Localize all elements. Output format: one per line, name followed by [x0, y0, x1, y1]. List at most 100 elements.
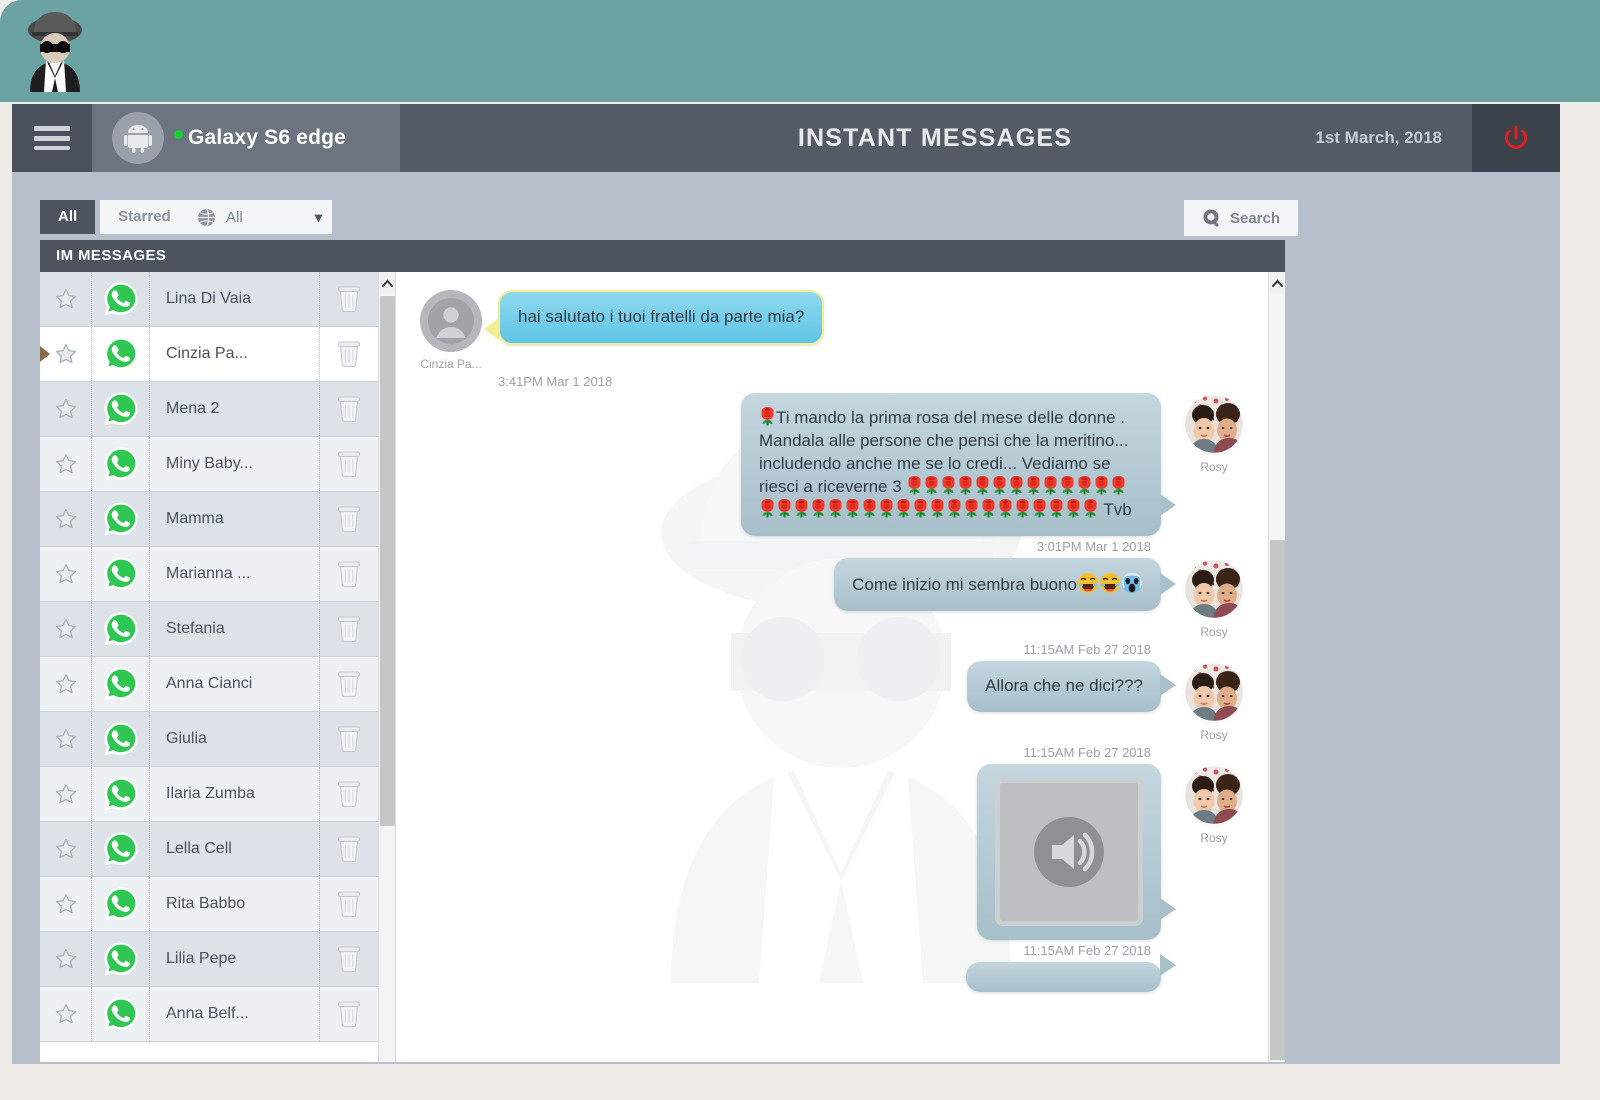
delete-conversation-button[interactable]	[320, 767, 378, 821]
star-toggle[interactable]	[40, 272, 92, 326]
message-timestamp: 11:15AM Feb 27 2018	[1023, 942, 1151, 958]
contact-row[interactable]: Mena 2	[40, 382, 378, 437]
power-button[interactable]	[1472, 104, 1560, 172]
contact-row[interactable]: Lilia Pepe	[40, 932, 378, 987]
contacts-scroll-up-button[interactable]	[379, 272, 396, 294]
chat-message: Cinzia Pa... hai salutato i tuoi fratelli…	[418, 290, 1247, 389]
star-toggle[interactable]	[40, 822, 92, 876]
contact-row[interactable]: Rita Babbo	[40, 877, 378, 932]
message-bubble[interactable]	[966, 953, 1176, 992]
delete-conversation-button[interactable]	[320, 382, 378, 436]
rose-emoji-icon	[1084, 498, 1097, 518]
message-avatar-column: Rosy	[1181, 557, 1247, 639]
delete-conversation-button[interactable]	[320, 822, 378, 876]
face-screaming-in-fear-emoji-icon	[1122, 572, 1142, 593]
contacts-scrollbar[interactable]	[378, 272, 396, 1062]
avatar[interactable]	[1183, 393, 1245, 455]
trash-can-icon	[337, 671, 361, 697]
star-outline-icon	[55, 948, 76, 969]
trash-can-icon	[337, 506, 361, 532]
delete-conversation-button[interactable]	[320, 327, 378, 381]
delete-conversation-button[interactable]	[320, 437, 378, 491]
star-toggle[interactable]	[40, 987, 92, 1041]
device-selector[interactable]: Galaxy S6 edge	[92, 104, 400, 172]
message-bubble[interactable]: hai salutato i tuoi fratelli da parte mi…	[483, 290, 825, 345]
contact-name: Giulia	[150, 712, 320, 766]
contact-row[interactable]: Giulia	[40, 712, 378, 767]
chat-scrollbar[interactable]	[1268, 272, 1285, 1062]
star-toggle[interactable]	[40, 657, 92, 711]
star-toggle[interactable]	[40, 382, 92, 436]
message-sender-name: Cinzia Pa...	[420, 357, 482, 371]
star-outline-icon	[55, 893, 76, 914]
audio-attachment[interactable]	[995, 777, 1143, 926]
star-toggle[interactable]	[40, 932, 92, 986]
contact-row[interactable]: Anna Belf...	[40, 987, 378, 1042]
avatar[interactable]	[1183, 763, 1245, 826]
rose-emoji-icon	[880, 498, 893, 518]
tab-all[interactable]: All	[40, 200, 96, 234]
avatar[interactable]	[420, 290, 482, 352]
chevron-up-icon	[382, 279, 393, 287]
delete-conversation-button[interactable]	[320, 272, 378, 326]
messaging-app-cell	[92, 272, 150, 326]
avatar[interactable]	[1183, 557, 1245, 620]
star-toggle[interactable]	[40, 767, 92, 821]
contact-row[interactable]: Miny Baby...	[40, 437, 378, 492]
contact-row[interactable]: Lella Cell	[40, 822, 378, 877]
current-date-label: 1st March, 2018	[1315, 128, 1442, 147]
delete-conversation-button[interactable]	[320, 987, 378, 1041]
rose-emoji-icon	[1010, 475, 1023, 495]
message-avatar-column: Rosy	[1181, 763, 1247, 845]
tab-starred[interactable]: Starred	[100, 200, 189, 234]
contact-row[interactable]: Anna Cianci	[40, 657, 378, 712]
contacts-scrollbar-thumb[interactable]	[380, 296, 395, 826]
messaging-app-cell	[92, 492, 150, 546]
hamburger-menu-icon[interactable]	[12, 104, 92, 172]
delete-conversation-button[interactable]	[320, 492, 378, 546]
delete-conversation-button[interactable]	[320, 547, 378, 601]
chat-scroll-up-button[interactable]	[1269, 272, 1285, 294]
contact-row[interactable]: Marianna ...	[40, 547, 378, 602]
message-bubble[interactable]	[977, 763, 1176, 940]
star-outline-icon	[55, 508, 76, 529]
contact-row[interactable]: Ilaria Zumba	[40, 767, 378, 822]
star-toggle[interactable]	[40, 492, 92, 546]
search-button[interactable]: Search	[1184, 200, 1298, 236]
star-toggle[interactable]	[40, 547, 92, 601]
message-bubble[interactable]: Ti mando la prima rosa del mese delle do…	[741, 393, 1176, 536]
avatar[interactable]	[1183, 660, 1245, 723]
delete-conversation-button[interactable]	[320, 877, 378, 931]
message-bubble[interactable]: Come inizio mi sembra buono	[834, 557, 1176, 611]
rose-emoji-icon	[1095, 475, 1108, 495]
delete-conversation-button[interactable]	[320, 712, 378, 766]
whatsapp-icon	[104, 887, 137, 921]
rosy-photo-avatar-icon	[1183, 660, 1245, 723]
contact-row[interactable]: Stefania	[40, 602, 378, 657]
message-text-suffix: Tvb	[1103, 499, 1132, 519]
delete-conversation-button[interactable]	[320, 657, 378, 711]
rosy-photo-avatar-icon	[1183, 557, 1245, 620]
rose-emoji-icon	[999, 498, 1012, 518]
star-toggle[interactable]	[40, 712, 92, 766]
chat-scrollbar-thumb[interactable]	[1270, 540, 1285, 1060]
message-text: hai salutato i tuoi fratelli da parte mi…	[518, 307, 805, 326]
whatsapp-icon	[104, 777, 137, 811]
message-bubble[interactable]: Allora che ne dici???	[967, 660, 1176, 712]
delete-conversation-button[interactable]	[320, 602, 378, 656]
whatsapp-icon	[104, 832, 137, 866]
contact-row[interactable]: Mamma	[40, 492, 378, 547]
rose-emoji-icon	[1050, 498, 1063, 518]
delete-conversation-button[interactable]	[320, 932, 378, 986]
whatsapp-icon	[104, 447, 137, 481]
star-toggle[interactable]	[40, 602, 92, 656]
star-toggle[interactable]	[40, 877, 92, 931]
rosy-photo-avatar-icon	[1183, 393, 1245, 455]
contact-row[interactable]: Cinzia Pa...	[40, 327, 378, 382]
spy-logo-icon	[28, 12, 82, 92]
contact-row[interactable]: Lina Di Vaia	[40, 272, 378, 327]
rolling-on-floor-laughing-emoji-icon	[1100, 572, 1120, 593]
star-toggle[interactable]	[40, 437, 92, 491]
protocol-filter-select[interactable]: All ▾	[187, 200, 332, 234]
contact-name: Mena 2	[150, 382, 320, 436]
